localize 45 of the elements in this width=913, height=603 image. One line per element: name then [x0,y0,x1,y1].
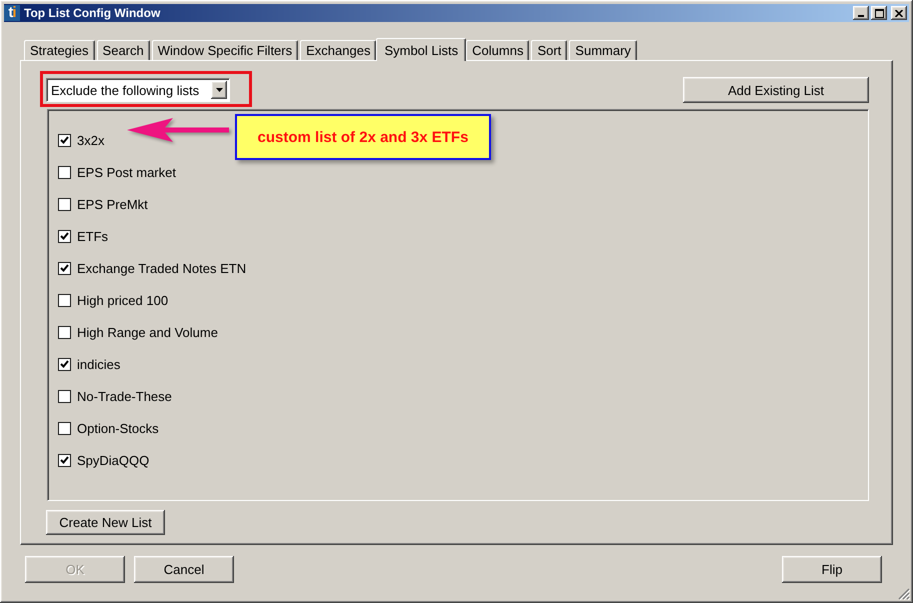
list-label: High Range and Volume [77,324,218,340]
tab[interactable]: Summary [569,40,637,60]
window-title: Top List Config Window [24,6,162,20]
checkbox[interactable] [58,230,71,242]
list-label: indicies [77,356,120,372]
tab[interactable]: Strategies [24,40,95,60]
create-new-list-button[interactable]: Create New List [46,510,165,535]
checkbox[interactable] [58,326,71,338]
list-label: Exchange Traded Notes ETN [77,260,246,276]
checkbox[interactable] [58,422,71,434]
list-label: Option-Stocks [77,420,159,436]
list-label: 3x2x [77,132,104,148]
dialog-button[interactable]: Cancel [134,556,234,583]
tab[interactable]: Exchanges [300,40,376,60]
list-label: ETFs [77,228,108,244]
tab[interactable]: Sort [531,40,568,60]
resize-grip-icon[interactable] [898,588,910,600]
list-label: High priced 100 [77,292,168,308]
checkbox[interactable] [58,294,71,306]
checkbox[interactable] [58,262,71,274]
tab[interactable]: Symbol Lists [376,38,466,61]
minimize-button[interactable] [853,6,869,20]
close-button[interactable] [891,6,907,20]
annotation-callout: custom list of 2x and 3x ETFs [235,114,491,160]
checkbox[interactable] [58,390,71,402]
tab[interactable]: Columns [466,40,530,60]
dialog-button[interactable]: Flip [782,556,882,583]
checkbox[interactable] [58,358,71,370]
list-label: EPS Post market [77,164,176,180]
checkbox[interactable] [58,454,71,466]
list-label: No-Trade-These [77,388,172,404]
app-logo: ti [4,5,20,21]
checkbox[interactable] [58,134,71,146]
list-label: EPS PreMkt [77,196,148,212]
add-existing-list-button[interactable]: Add Existing List [683,77,869,103]
list-mode-dropdown[interactable]: Exclude the following lists [46,78,230,102]
tab[interactable]: Search [96,40,150,60]
tab[interactable]: Window Specific Filters [152,40,298,60]
checkbox[interactable] [58,198,71,210]
close-icon [895,10,903,16]
maximize-button[interactable] [871,6,887,20]
checkbox[interactable] [58,166,71,178]
maximize-icon [874,8,884,18]
list-label: SpyDiaQQQ [77,452,150,468]
caret-icon [216,88,222,92]
